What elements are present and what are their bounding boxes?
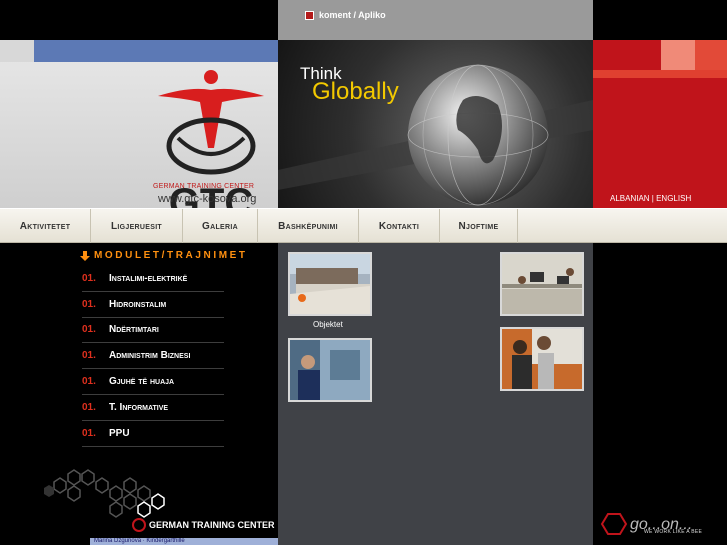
top-strip-left [0,0,278,40]
koment-link-label: koment / Apliko [319,10,386,20]
nav-item-galeria[interactable]: Galeria [183,209,258,243]
gallery-caption: Objektet [313,320,343,329]
nav-item-njoftime[interactable]: Njoftime [440,209,518,243]
gallery-thumb-classroom[interactable] [500,252,584,316]
decor-bar [593,70,727,78]
banner-globe-area: Think Globally [278,40,593,208]
photo-classroom-icon [502,254,582,314]
gallery-thumb-practice[interactable] [500,327,584,391]
slogan-globally: Globally [312,78,399,105]
sidebar-footer-bar[interactable]: Marina Dzgunova · Kindergarthille [90,538,278,545]
top-strip-right [593,0,727,40]
menu-item-number: 01. [82,376,96,388]
menu-item-label: Ndërtimtari [109,324,159,336]
gallery-thumb-workshop[interactable] [288,338,372,402]
photo-practice-icon [502,329,582,389]
arrow-down-icon [80,250,90,261]
gallery-thumb-objektet[interactable] [288,252,372,316]
menu-item-label: Administrim Biznesi [109,350,191,362]
menu-item-gjuhe[interactable]: 01. Gjuhë të huaja [82,369,224,395]
goon-subtitle: WE WORK LIKE A BEE [644,529,703,535]
menu-item-ppu[interactable]: 01. PPU [82,421,224,447]
module-menu: 01. Instalimi-elektrikë 01. Hidroinstali… [82,266,224,447]
menu-item-informative[interactable]: 01. T. Informative [82,395,224,421]
photo-building-icon [290,254,370,314]
menu-item-number: 01. [82,298,96,310]
menu-item-instalimi[interactable]: 01. Instalimi-elektrikë [82,266,224,292]
menu-item-number: 01. [82,272,96,284]
menu-item-label: Hidroinstalim [109,298,167,310]
nav-item-bashkepunimi[interactable]: Bashkëpunimi [258,209,359,243]
brand-circle-icon [132,518,146,532]
language-switch[interactable]: ALBANIAN | ENGLISH [610,194,691,203]
nav-item-aktivitetet[interactable]: Aktivitetet [0,209,91,243]
banner-stripe-gray [0,40,34,62]
decor-square [695,40,727,70]
menu-item-label: Gjuhë të huaja [109,376,175,388]
menu-item-label: Instalimi-elektrikë [109,272,188,284]
comment-icon [305,10,314,20]
main-nav: Aktivitetet Ligjeruesit Galeria Bashkëpu… [0,208,727,243]
menu-item-hidroinstalim[interactable]: 01. Hidroinstalim [82,292,224,318]
top-strip-mid [278,0,593,40]
menu-item-number: 01. [82,401,96,413]
koment-link[interactable]: koment / Apliko [305,10,386,20]
menu-item-label: PPU [109,427,130,439]
sidebar-title-label: MODULET/TRAJNIMET [94,250,248,261]
menu-item-number: 01. [82,324,96,336]
menu-item-administrim[interactable]: 01. Administrim Biznesi [82,343,224,370]
goon-logo[interactable]: go...on... [600,510,725,540]
banner-language-area: ALBANIAN | ENGLISH [593,40,727,208]
logo-subtitle: GERMAN TRAINING CENTER [153,183,255,190]
sidebar-footer-brand-label: GERMAN TRAINING CENTER [149,520,275,530]
menu-item-label: T. Informative [109,401,169,413]
banner-logo-area: GTC GERMAN TRAINING CENTER www.gtc-kosov… [0,40,278,208]
banner-stripe-blue [34,40,278,62]
logo-head-icon [204,70,218,84]
right-panel [593,243,727,545]
menu-item-number: 01. [82,427,96,439]
decor-square [661,40,695,70]
photo-workshop-icon [290,340,370,400]
nav-item-ligjeruesit[interactable]: Ligjeruesit [91,209,183,243]
sidebar-title: MODULET/TRAJNIMET [80,250,248,261]
menu-item-ndertimtari[interactable]: 01. Ndërtimtari [82,318,224,344]
logo-url[interactable]: www.gtc-kosova.org [158,193,256,205]
menu-item-number: 01. [82,350,96,362]
nav-item-kontakti[interactable]: Kontakti [359,209,440,243]
sidebar-footer-brand: GERMAN TRAINING CENTER [132,518,275,532]
